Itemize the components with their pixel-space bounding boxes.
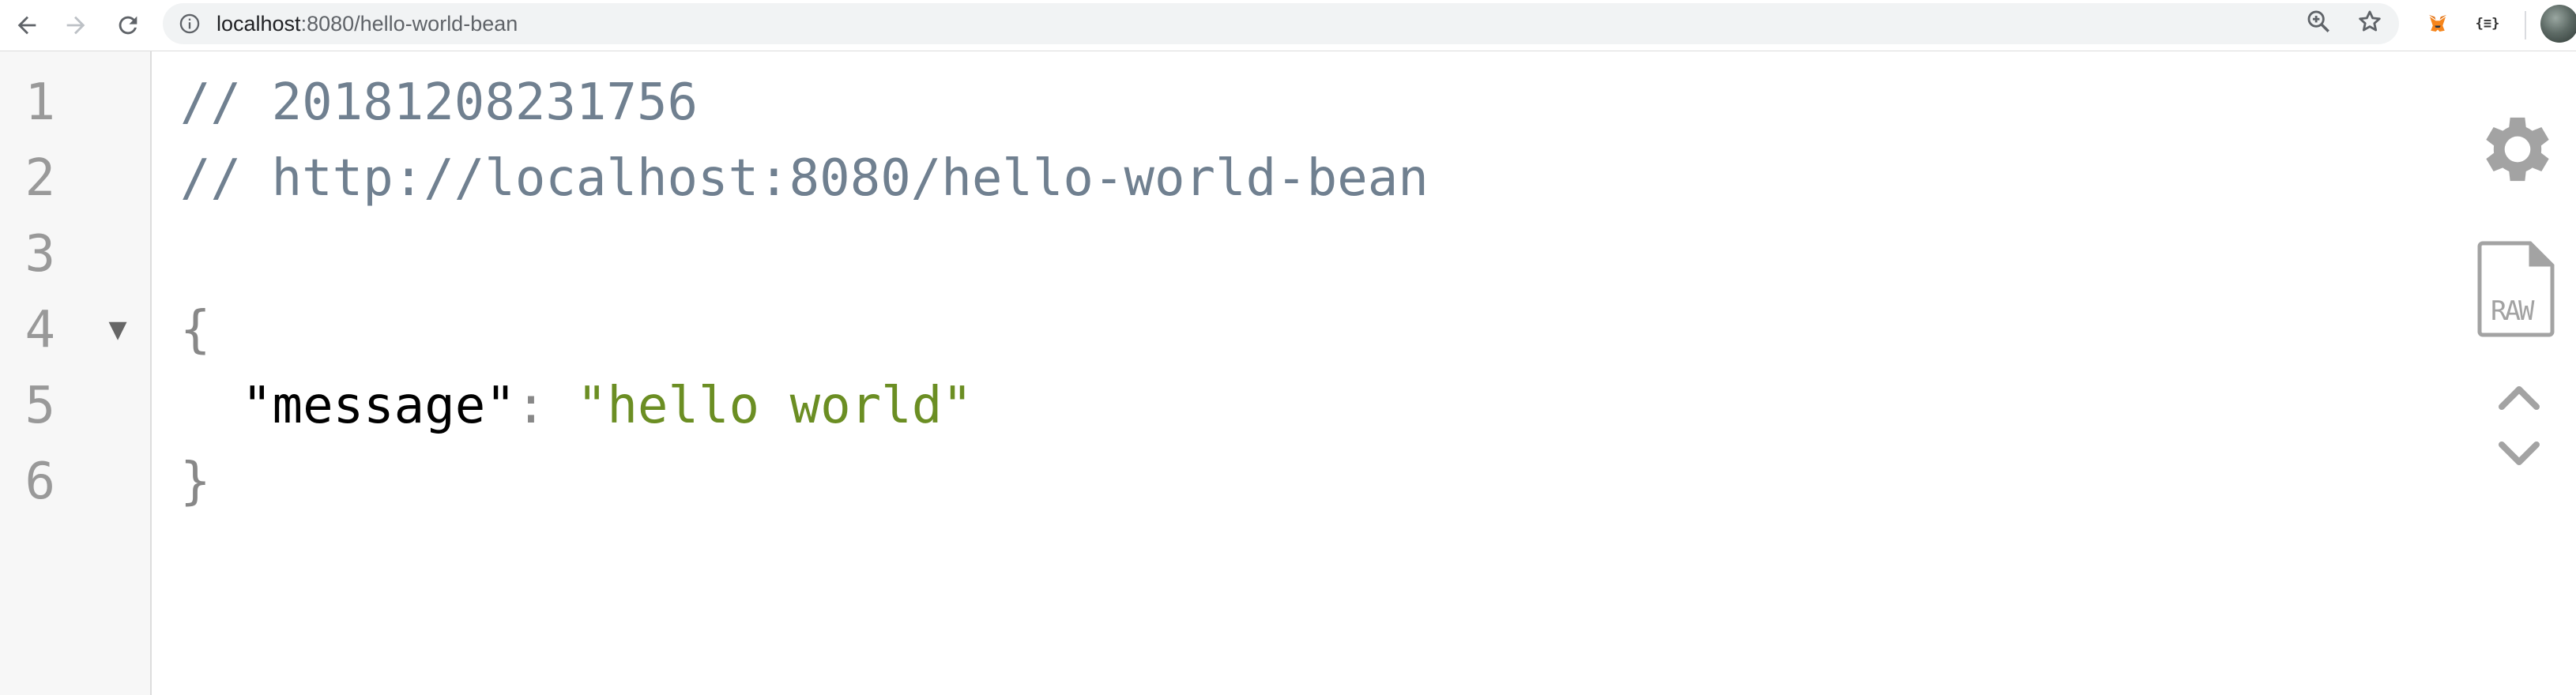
browser-toolbar: localhost:8080/hello-world-bean {≡} [0,0,2576,51]
json-extension-label: {≡} [2475,16,2500,32]
metamask-fox-icon[interactable] [2424,11,2451,36]
arrow-right-icon [66,16,85,35]
line-number: 6 [24,453,55,511]
zoom-icon[interactable] [2305,8,2332,35]
json-colon: : [515,377,577,435]
json-string-value[interactable]: "hello world" [577,377,973,435]
json-property: "message": "hello world" [242,368,973,444]
url-host: localhost [217,12,301,36]
address-bar[interactable]: localhost:8080/hello-world-bean [163,3,2399,44]
fold-toggle[interactable]: ▼ [106,292,130,368]
comment-timestamp: // 20181208231756 [180,73,699,132]
raw-label: RAW [2491,295,2534,327]
chevron-down-icon[interactable] [2497,440,2541,468]
line-number: 4 [24,301,55,359]
url-text[interactable]: localhost:8080/hello-world-bean [217,3,518,44]
avatar[interactable] [2540,5,2576,43]
gear-icon[interactable] [2473,105,2562,193]
line-number: 1 [24,73,55,132]
reload-icon [119,16,137,35]
chevron-up-icon[interactable] [2497,383,2541,411]
json-key[interactable]: "message" [242,377,516,435]
triangle-down-icon: ▼ [108,316,127,344]
toolbar-divider [2525,11,2526,39]
comment-url: // http://localhost:8080/hello-world-bea… [180,149,1429,208]
forward-button[interactable] [57,6,95,44]
json-viewer-extension-icon[interactable]: {≡} [2472,11,2503,36]
open-brace: { [180,301,211,359]
reload-button[interactable] [109,6,147,44]
star-bookmark-icon[interactable] [2356,8,2383,35]
url-path: :8080/hello-world-bean [300,12,518,36]
json-viewer: 1 2 3 4 5 6 ▼ // 20181208231756 // http:… [0,51,2576,695]
line-number: 2 [24,149,55,208]
line-number-gutter: 1 2 3 4 5 6 ▼ [0,51,152,695]
arrow-left-icon [17,16,36,35]
line-number: 5 [24,377,55,435]
close-brace: } [180,453,211,511]
line-number: 3 [24,225,55,284]
back-button[interactable] [8,6,46,44]
raw-button[interactable]: RAW [2475,237,2557,340]
info-icon[interactable] [179,13,201,35]
